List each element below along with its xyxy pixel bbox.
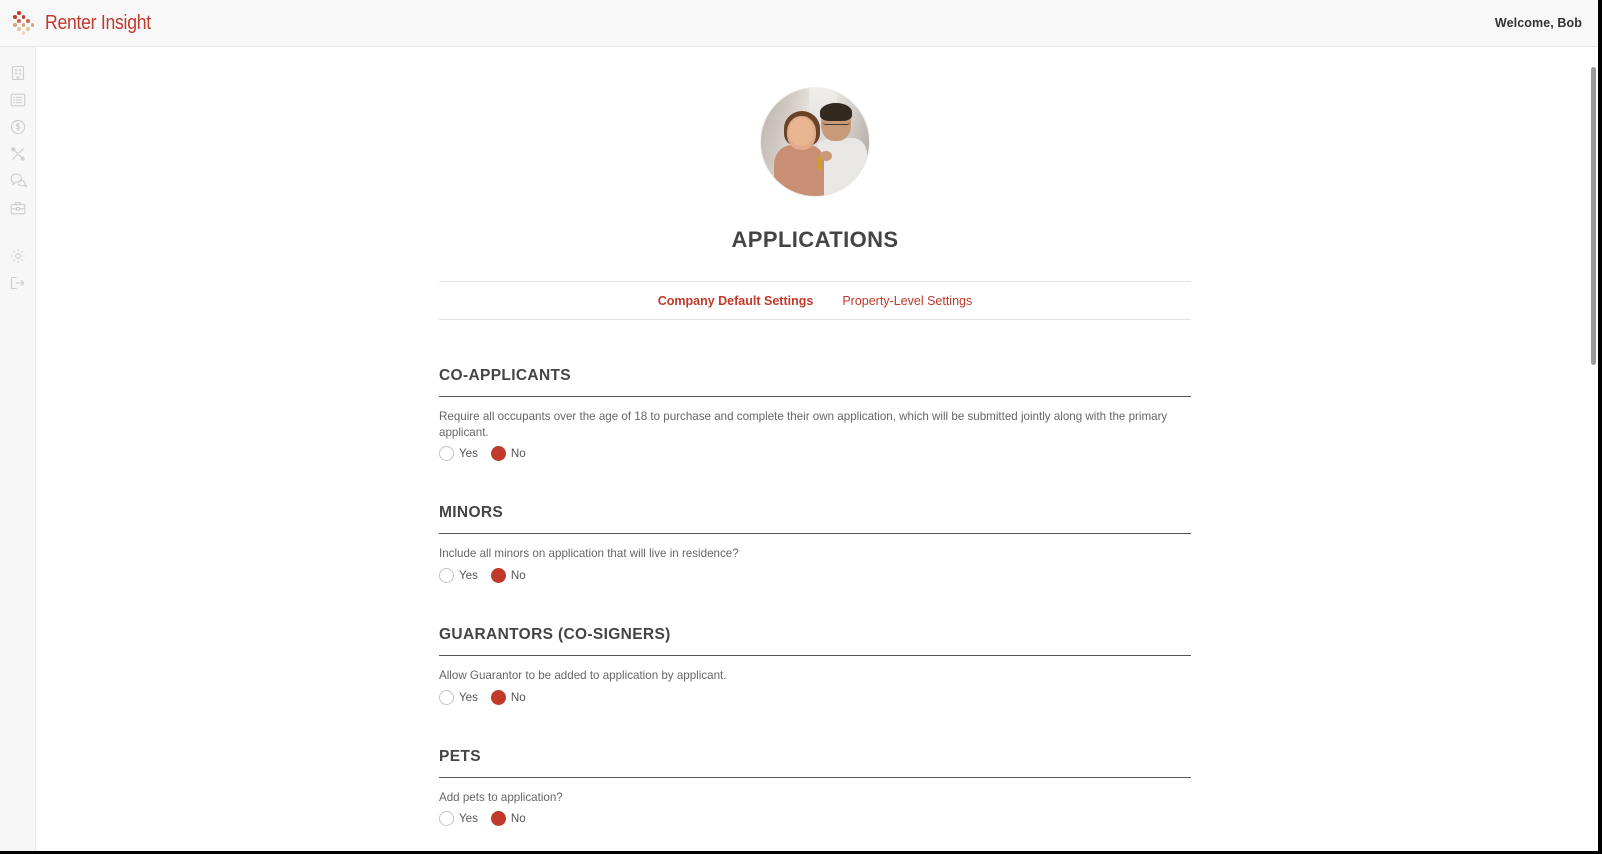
sidebar-item-maintenance[interactable]: [0, 140, 36, 167]
briefcase-icon: [10, 201, 26, 215]
brand-name: Renter Insight: [45, 11, 151, 34]
radio-group: Yes No: [439, 689, 1191, 705]
section-title: CO-APPLICANTS: [439, 367, 1191, 397]
radio-label: No: [510, 568, 526, 582]
radio-button-no[interactable]: [490, 811, 506, 827]
radio-group: Yes No: [439, 567, 1191, 583]
section-resident-history: RESIDENT HISTORYInclude details on previ…: [439, 826, 1191, 851]
section-pets: PETS Add pets to application? Yes No: [439, 705, 1191, 827]
radio-option-no[interactable]: No: [490, 811, 526, 827]
welcome-text: Welcome, Bob: [1494, 16, 1582, 30]
tab-property-level-settings[interactable]: Property-Level Settings: [841, 292, 973, 310]
logout-icon: [10, 276, 26, 290]
radio-option-no[interactable]: No: [490, 446, 526, 462]
vertical-scrollbar-track[interactable]: [1584, 47, 1598, 851]
main-scroll-area: APPLICATIONS Company Default Settings Pro…: [36, 47, 1598, 851]
radio-option-no[interactable]: No: [490, 689, 526, 705]
top-header: Renter Insight Welcome, Bob: [0, 0, 1598, 47]
brand-logo[interactable]: Renter Insight: [12, 10, 165, 36]
sidebar-item-properties[interactable]: [0, 59, 36, 86]
sidebar-item-messages[interactable]: [0, 167, 36, 194]
settings-tabs: Company Default Settings Property-Level S…: [439, 281, 1191, 320]
gear-icon: [10, 248, 26, 264]
diamond-dots-logo-icon: [12, 10, 38, 36]
section-guarantors-co-signers: GUARANTORS (CO-SIGNERS) Allow Guarantor t…: [439, 583, 1191, 705]
tab-company-default-settings[interactable]: Company Default Settings: [657, 292, 815, 310]
section-title: MINORS: [439, 504, 1191, 535]
section-minors: MINORS Include all minors on application …: [439, 461, 1191, 583]
main-content: APPLICATIONS Company Default Settings Pro…: [36, 47, 1594, 851]
radio-label: Yes: [459, 447, 478, 461]
section-description: Allow Guarantor to be added to applicati…: [439, 668, 727, 682]
radio-option-yes[interactable]: Yes: [439, 811, 478, 827]
section-description: Require all occupants over the age of 18…: [439, 410, 1168, 439]
radio-button-no[interactable]: [490, 446, 506, 462]
radio-button-yes[interactable]: [439, 811, 454, 827]
app-window: Renter Insight Welcome, Bob APPLICATIONS…: [0, 0, 1602, 854]
left-sidebar: [0, 47, 36, 851]
radio-label: No: [510, 690, 526, 704]
sidebar-item-documents[interactable]: [0, 194, 36, 221]
radio-option-yes[interactable]: Yes: [439, 689, 478, 705]
vertical-scrollbar-thumb[interactable]: [1591, 67, 1596, 365]
radio-button-yes[interactable]: [439, 446, 454, 462]
section-description: Include all minors on application that w…: [439, 547, 739, 561]
page-title: APPLICATIONS: [731, 227, 899, 252]
sidebar-item-payments[interactable]: [0, 113, 36, 140]
radio-button-yes[interactable]: [439, 567, 454, 583]
list-icon: [10, 93, 26, 107]
building-icon: [11, 65, 25, 81]
radio-option-no[interactable]: No: [490, 567, 526, 583]
radio-option-yes[interactable]: Yes: [439, 567, 478, 583]
tools-icon: [10, 146, 26, 162]
sidebar-item-listings[interactable]: [0, 86, 36, 113]
sidebar-item-settings[interactable]: [0, 242, 36, 269]
section-co-applicants: CO-APPLICANTS Require all occupants over …: [439, 320, 1191, 462]
chat-bubbles-icon: [10, 173, 27, 188]
radio-label: No: [510, 812, 526, 826]
radio-button-no[interactable]: [490, 567, 506, 583]
dollar-circle-icon: [10, 119, 26, 135]
radio-label: Yes: [459, 568, 478, 582]
radio-option-yes[interactable]: Yes: [439, 446, 478, 462]
radio-button-no[interactable]: [490, 689, 506, 705]
settings-sections: CO-APPLICANTS Require all occupants over …: [36, 320, 1594, 851]
radio-label: Yes: [459, 690, 478, 704]
section-description: Add pets to application?: [439, 790, 563, 804]
hero-image-container: [36, 47, 1594, 196]
section-title: PETS: [439, 748, 1191, 778]
radio-group: Yes No: [439, 446, 1191, 462]
couple-holding-keys-photo: [761, 88, 869, 196]
radio-label: Yes: [459, 812, 478, 826]
sidebar-item-logout[interactable]: [0, 269, 36, 296]
radio-group: Yes No: [439, 811, 1191, 827]
radio-label: No: [510, 447, 526, 461]
radio-button-yes[interactable]: [439, 689, 454, 705]
section-title: GUARANTORS (CO-SIGNERS): [439, 626, 1191, 656]
